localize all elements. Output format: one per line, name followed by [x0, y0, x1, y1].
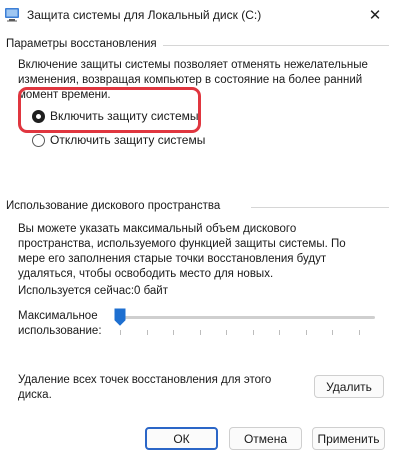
enable-protection-label: Включить защиту системы [50, 109, 199, 123]
slider-tick [173, 330, 174, 335]
disk-usage-header: Использование дискового пространства [6, 200, 221, 212]
delete-button[interactable]: Удалить [314, 375, 384, 398]
disk-usage-divider [251, 207, 389, 208]
cancel-button[interactable]: Отмена [229, 427, 302, 450]
apply-button[interactable]: Применить [312, 427, 385, 450]
max-usage-label-line2: использование: [18, 325, 102, 337]
close-icon: ✕ [368, 7, 382, 24]
slider-tick [120, 330, 121, 335]
disable-protection-radio[interactable]: Отключить защиту системы [32, 133, 205, 147]
restore-settings-divider [163, 45, 389, 46]
slider-track[interactable] [118, 316, 375, 319]
radio-checked-icon [32, 109, 45, 123]
slider-thumb[interactable] [114, 308, 126, 326]
max-usage-label-line1: Максимальное [18, 310, 98, 322]
title-bar: Защита системы для Локальный диск (C:) ✕ [0, 0, 395, 30]
ok-button[interactable]: ОК [145, 427, 218, 450]
radio-unchecked-icon [32, 133, 45, 147]
close-button[interactable]: ✕ [355, 0, 395, 30]
slider-tick [253, 330, 254, 335]
enable-protection-radio[interactable]: Включить защиту системы [32, 109, 199, 123]
delete-description-line1: Удаление всех точек восстановления для э… [18, 374, 272, 386]
slider-tick [359, 330, 360, 335]
current-usage-value: 0 байт [134, 285, 169, 297]
slider-tick [279, 330, 280, 335]
restore-settings-header: Параметры восстановления [6, 38, 157, 50]
slider-tick [200, 330, 201, 335]
system-protection-icon [5, 8, 19, 22]
delete-description-line2: диска. [18, 389, 52, 401]
current-usage-label: Используется сейчас: [18, 285, 135, 297]
window-title: Защита системы для Локальный диск (C:) [27, 8, 262, 22]
slider-tick [332, 330, 333, 335]
slider-tick [226, 330, 227, 335]
disable-protection-label: Отключить защиту системы [50, 133, 206, 147]
disk-usage-description: Вы можете указать максимальный объем дис… [18, 223, 346, 280]
slider-tick [306, 330, 307, 335]
slider-tick [147, 330, 148, 335]
